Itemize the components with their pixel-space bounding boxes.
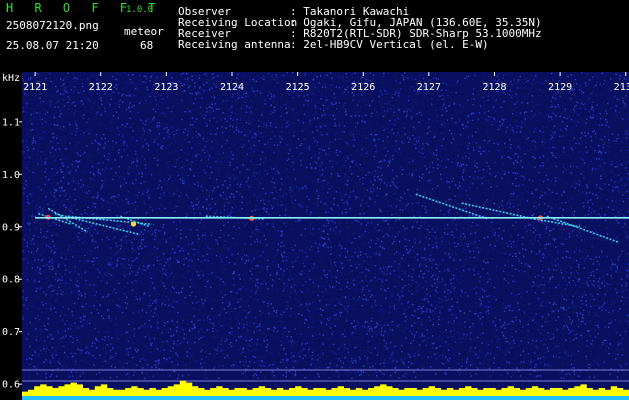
y-tick-label: 1.1 xyxy=(2,117,20,128)
y-tick-label: 0.6 xyxy=(2,380,20,391)
x-tick-label: 2128 xyxy=(482,82,506,93)
y-tick-label: 0.9 xyxy=(2,222,20,233)
y-tick-label: 1.0 xyxy=(2,170,20,181)
y-tick-label: 0.7 xyxy=(2,327,20,338)
hroft-spectrogram-window: H R O F F T 1.0.0 2508072120.png meteor … xyxy=(0,0,629,400)
y-tick-label: 0.8 xyxy=(2,275,20,286)
spectrogram-chart: 2121 2122 2123 2124 2125 2126 2127 2128 2129 2130… xyxy=(2,72,629,400)
meteor-head xyxy=(131,221,137,227)
x-tick-label: 2123 xyxy=(154,82,178,93)
noise-floor-layer xyxy=(22,72,629,392)
x-tick-label: 2130 xyxy=(614,82,629,93)
x-tick-label: 2125 xyxy=(286,82,310,93)
plot-background xyxy=(22,72,629,392)
x-tick-label: 2122 xyxy=(89,82,113,93)
x-tick-label: 2127 xyxy=(417,82,441,93)
power-profile-baseline xyxy=(22,396,629,400)
x-tick-label: 2129 xyxy=(548,82,572,93)
x-tick-label: 2126 xyxy=(351,82,375,93)
x-tick-label: 2124 xyxy=(220,82,244,93)
x-tick-label: 2121 xyxy=(23,82,47,93)
